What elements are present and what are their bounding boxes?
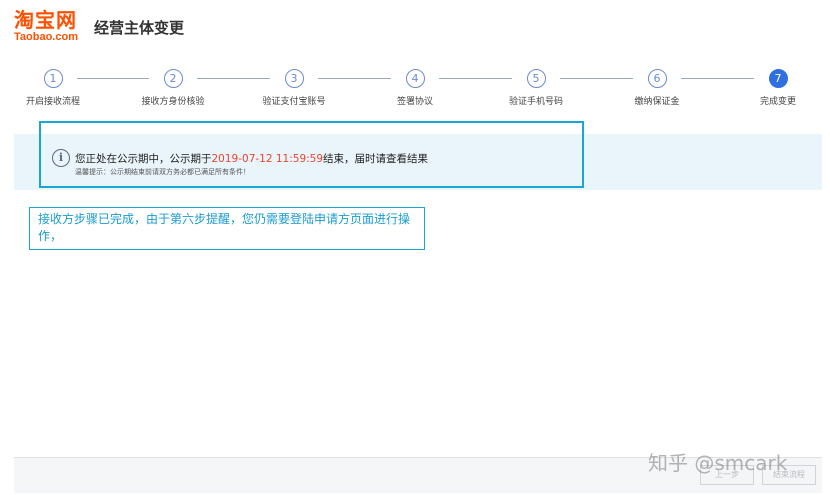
taobao-logo[interactable]: 淘宝网 Taobao.com (14, 9, 88, 45)
step-number-5: 5 (526, 69, 546, 88)
step-label-2: 接收方身份核验 (141, 97, 205, 107)
step-connector (439, 78, 512, 79)
step-number-1: 1 (43, 69, 63, 88)
info-icon: i (52, 149, 70, 167)
notice-text-after: 结束，届时请查看结果 (323, 153, 429, 165)
step-label-5: 验证手机号码 (508, 97, 564, 107)
step-number-7: 7 (768, 69, 788, 88)
notice-date: 2019-07-12 11:59:59 (211, 153, 324, 165)
step-number-4: 4 (405, 69, 425, 88)
step-connector (681, 78, 754, 79)
step-label-1: 开启接收流程 (25, 97, 81, 107)
watermark: 知乎 @smcark (648, 451, 788, 475)
step-number-6: 6 (647, 69, 667, 88)
page-title: 经营主体变更 (94, 19, 185, 37)
step-connector (318, 78, 391, 79)
step-label-3: 验证支付宝账号 (262, 97, 326, 107)
notice-message: 您正处在公示期中，公示期于2019-07-12 11:59:59结束，届时请查看… (75, 151, 428, 166)
step-number-2: 2 (163, 69, 183, 88)
logo-text-en: Taobao.com (14, 31, 78, 43)
step-connector (77, 78, 149, 79)
step-connector (197, 78, 270, 79)
step-label-4: 签署协议 (396, 97, 434, 107)
step-label-7: 完成变更 (759, 97, 797, 107)
logo-text-cn: 淘宝网 (14, 8, 77, 32)
step-number-3: 3 (284, 69, 304, 88)
notice-tip: 温馨提示：公示期结束前请双方务必都已满足所有条件！ (75, 168, 250, 176)
annotation-box: 接收方步骤已完成，由于第六步提醒，您仍需要登陆申请方页面进行操作， (29, 207, 425, 250)
step-progress: 1 开启接收流程 2 接收方身份核验 3 验证支付宝账号 4 签署协议 5 验证手机号码 6 缴纳保证… (0, 68, 830, 113)
step-label-6: 缴纳保证金 (634, 97, 680, 107)
step-connector (560, 78, 633, 79)
notice-text-before: 您正处在公示期中，公示期于 (75, 153, 212, 165)
